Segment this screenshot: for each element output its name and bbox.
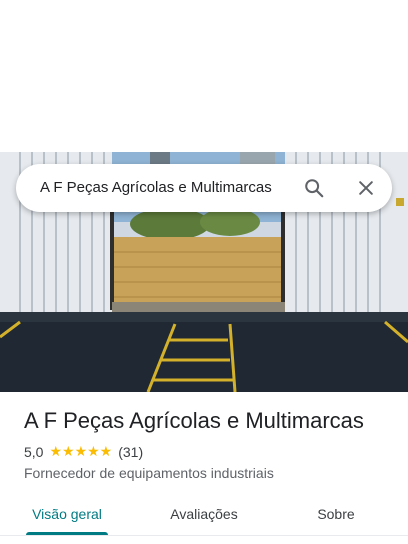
rating-row[interactable]: 5,0 ★★★★★ (31) [24, 443, 143, 460]
close-button[interactable] [350, 172, 382, 204]
search-icon [305, 179, 324, 198]
tab-reviews[interactable]: Avaliações [160, 492, 248, 536]
search-bar[interactable]: A F Peças Agrícolas e Multimarcas [16, 164, 392, 212]
close-icon [359, 181, 373, 195]
tab-overview[interactable]: Visão geral [24, 492, 110, 536]
star-rating-icon: ★★★★★ [49, 443, 113, 459]
search-button[interactable] [298, 172, 330, 204]
place-category[interactable]: Fornecedor de equipamentos industriais [24, 465, 274, 481]
tab-about[interactable]: Sobre [300, 492, 372, 536]
rating-value: 5,0 [24, 443, 44, 460]
search-input[interactable]: A F Peças Agrícolas e Multimarcas [40, 164, 272, 212]
tabs-divider [0, 535, 408, 536]
review-count[interactable]: (31) [118, 444, 143, 460]
top-blank-area [0, 0, 408, 152]
tab-bar: Visão geral Avaliações Sobre [0, 492, 408, 538]
place-title: A F Peças Agrícolas e Multimarcas [24, 408, 364, 433]
active-tab-indicator [26, 532, 108, 535]
